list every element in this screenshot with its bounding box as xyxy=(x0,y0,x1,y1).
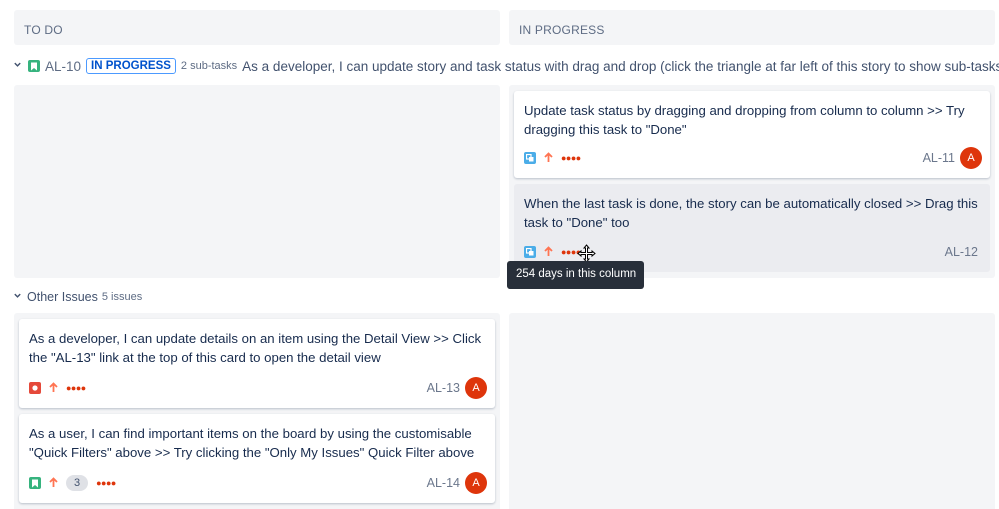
other-issues-title: Other Issues xyxy=(27,290,98,304)
card-key-link[interactable]: AL-11 xyxy=(923,151,955,165)
story-icon xyxy=(28,60,40,72)
story-key-link[interactable]: AL-10 xyxy=(45,59,81,74)
lane-other-in-progress[interactable] xyxy=(509,313,995,509)
estimate-dots: ●●●● xyxy=(561,153,581,163)
card-summary: When the last task is done, the story ca… xyxy=(524,196,978,230)
lane-story-todo[interactable] xyxy=(14,85,500,278)
chevron-down-icon[interactable] xyxy=(13,291,25,303)
avatar[interactable]: A xyxy=(960,147,982,169)
priority-high-icon xyxy=(49,476,58,491)
days-in-column-tooltip: 254 days in this column xyxy=(507,261,644,289)
priority-high-icon xyxy=(544,151,553,166)
priority-high-icon xyxy=(49,381,58,396)
column-header-todo: TO DO xyxy=(14,10,500,45)
subtask-icon xyxy=(524,152,536,164)
chevron-down-icon[interactable] xyxy=(13,60,25,72)
story-icon xyxy=(29,477,41,489)
estimate-dots: ●●●● xyxy=(96,478,116,488)
issue-card-al-13[interactable]: As a developer, I can update details on … xyxy=(19,319,495,408)
other-issues-swimlane-header[interactable]: Other Issues 5 issues xyxy=(13,288,142,306)
issue-card-al-11[interactable]: Update task status by dragging and dropp… xyxy=(514,91,990,178)
card-key-link[interactable]: AL-12 xyxy=(945,245,978,259)
card-summary: As a developer, I can update details on … xyxy=(29,331,482,365)
estimate-dots: ●●●● xyxy=(66,383,86,393)
bug-icon xyxy=(29,382,41,394)
card-summary: As a user, I can find important items on… xyxy=(29,426,475,460)
story-swimlane-header[interactable]: AL-10 IN PROGRESS 2 sub-tasks As a devel… xyxy=(13,56,999,76)
avatar[interactable]: A xyxy=(465,377,487,399)
other-issues-count: 5 issues xyxy=(101,291,143,303)
card-key-link[interactable]: AL-13 xyxy=(427,381,460,395)
avatar[interactable]: A xyxy=(465,472,487,494)
card-summary: Update task status by dragging and dropp… xyxy=(524,103,965,137)
subtask-icon xyxy=(524,246,536,258)
column-header-in-progress: IN PROGRESS xyxy=(509,10,995,45)
subtask-count: 2 sub-tasks xyxy=(180,60,238,72)
subtask-count-badge: 3 xyxy=(66,475,89,491)
priority-high-icon xyxy=(544,245,553,260)
card-key-link[interactable]: AL-14 xyxy=(427,476,460,490)
status-lozenge: IN PROGRESS xyxy=(86,58,176,74)
story-summary: As a developer, I can update story and t… xyxy=(242,58,999,74)
issue-card-al-14[interactable]: As a user, I can find important items on… xyxy=(19,414,495,503)
